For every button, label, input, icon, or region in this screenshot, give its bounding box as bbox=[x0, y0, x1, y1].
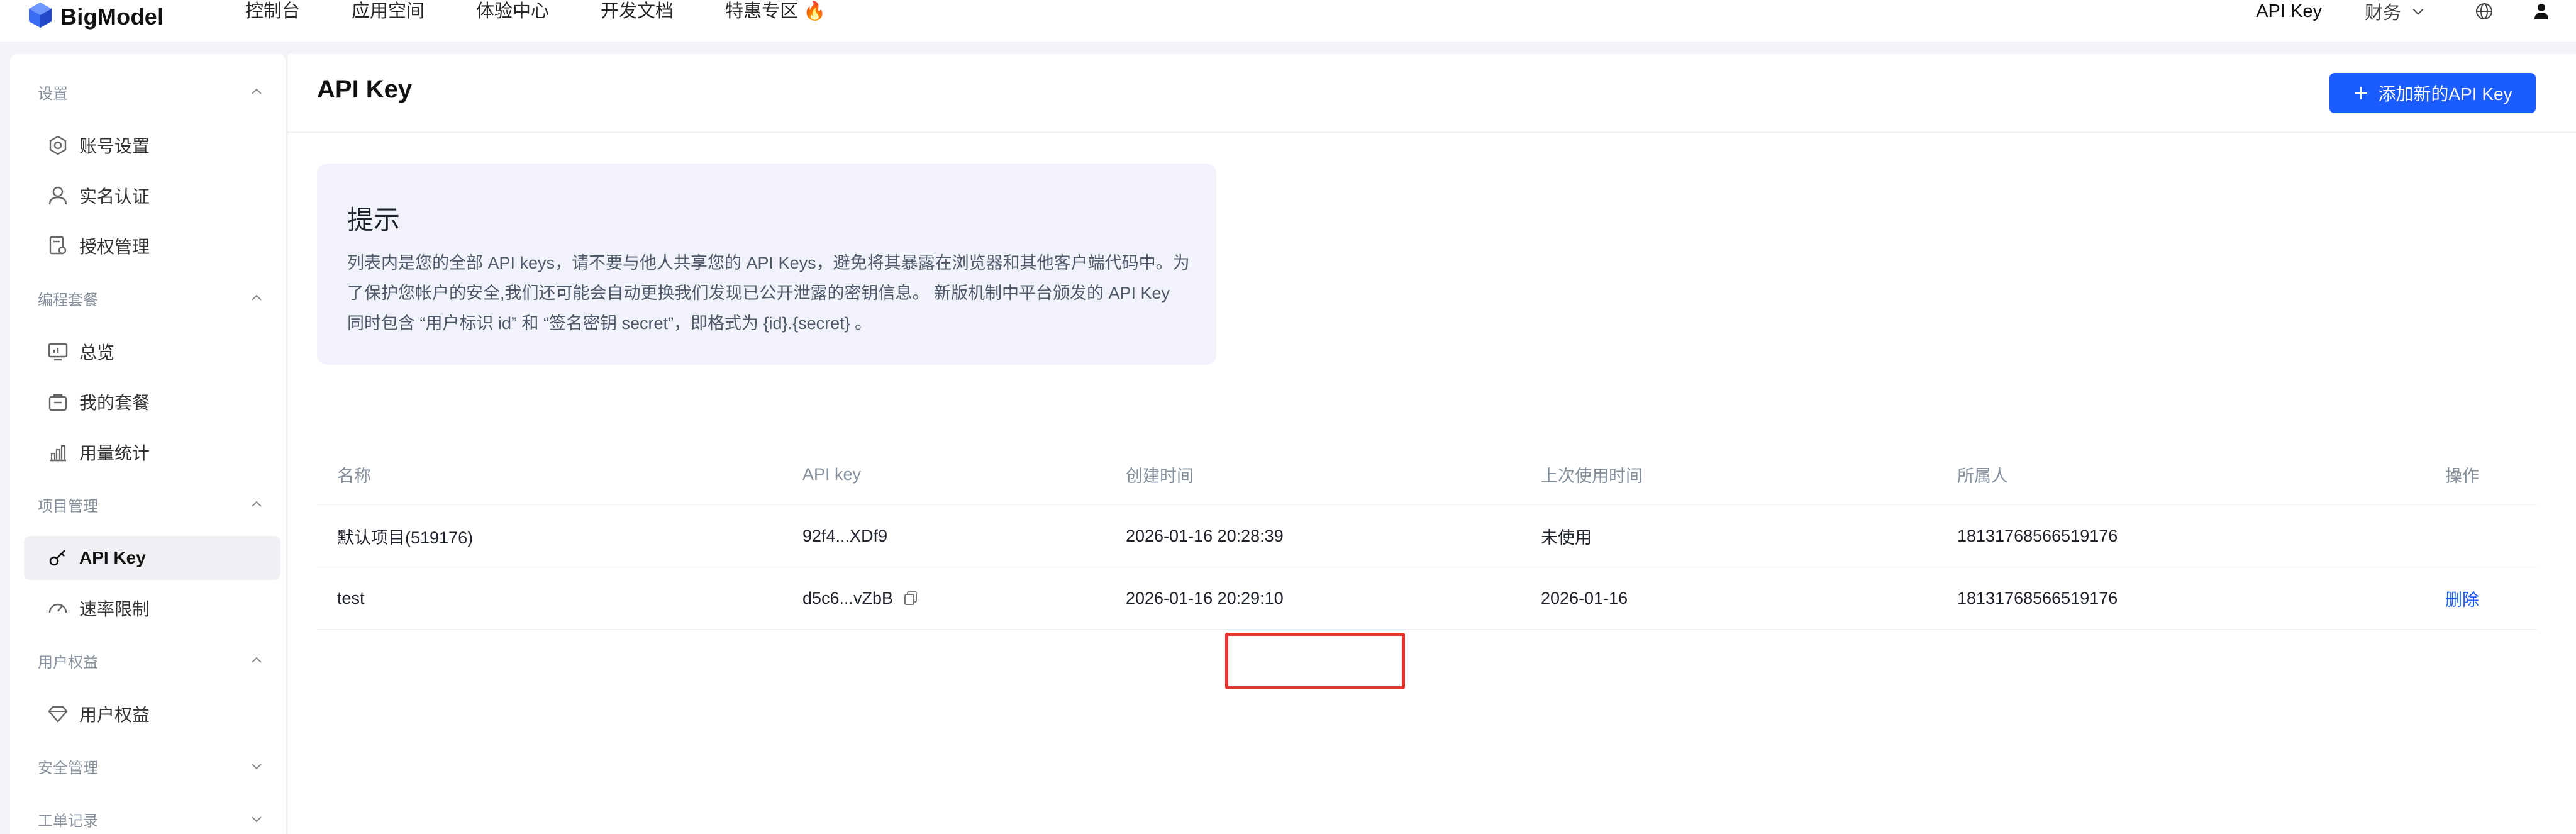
diamond-icon bbox=[47, 703, 69, 725]
main-panel: API Key 添加新的API Key 提示 列表内是您的全部 API keys… bbox=[288, 54, 2576, 834]
chevron-up-icon bbox=[252, 657, 262, 663]
plus-icon bbox=[2355, 87, 2368, 99]
sidebar-item-label: 用户权益 bbox=[79, 705, 150, 725]
section-project-label: 项目管理 bbox=[38, 498, 98, 515]
nav-console[interactable]: 控制台 bbox=[245, 0, 300, 23]
section-security-label: 安全管理 bbox=[38, 759, 98, 777]
column-header-owner: 所属人 bbox=[1957, 466, 2008, 486]
delete-link-label: 删除 bbox=[2445, 590, 2479, 609]
finance-dropdown[interactable]: 财务 bbox=[2365, 0, 2426, 25]
column-header-api-key: API key bbox=[802, 464, 862, 484]
dashboard-icon bbox=[47, 340, 69, 363]
finance-label: 财务 bbox=[2364, 3, 2401, 23]
user-avatar-icon[interactable] bbox=[2532, 2, 2551, 21]
sidebar-item-label: 速率限制 bbox=[79, 599, 150, 619]
nav-special-offers[interactable]: 特惠专区 🔥 bbox=[725, 0, 826, 23]
sidebar: 设置 账号设置 实名认证 授权管理 编程套餐 总览 我的套餐 用量统计 项目管理… bbox=[10, 54, 286, 834]
sidebar-item-label: 授权管理 bbox=[79, 237, 150, 257]
tip-title: 提示 bbox=[347, 205, 401, 235]
main-header: API Key 添加新的API Key bbox=[288, 54, 2576, 133]
logo-text: BigModel bbox=[60, 3, 164, 30]
sidebar-item-api-key[interactable]: API Key bbox=[24, 536, 280, 580]
bigmodel-logo-icon bbox=[26, 1, 54, 32]
add-api-key-label: 添加新的API Key bbox=[2378, 84, 2512, 104]
cell-name: 默认项目(519176) bbox=[337, 528, 474, 547]
page-title: API Key bbox=[317, 75, 413, 103]
cell-created: 2026-01-16 20:28:39 bbox=[1126, 526, 1284, 545]
column-header-created: 创建时间 bbox=[1126, 466, 1194, 486]
settings-gear-icon bbox=[47, 134, 69, 157]
top-right-area: API Key 财务 bbox=[2256, 0, 2551, 23]
language-globe-icon[interactable] bbox=[2474, 1, 2494, 21]
sidebar-item-label: 我的套餐 bbox=[79, 393, 150, 413]
person-icon bbox=[47, 184, 69, 207]
chevron-down-icon bbox=[252, 816, 262, 823]
sidebar-item-user-rights[interactable]: 用户权益 bbox=[24, 692, 280, 736]
sidebar-item-my-plans[interactable]: 我的套餐 bbox=[24, 380, 280, 424]
bar-chart-icon bbox=[47, 441, 69, 464]
tip-card: 提示 列表内是您的全部 API keys，请不要与他人共享您的 API Keys… bbox=[317, 164, 1216, 365]
section-security[interactable]: 安全管理 bbox=[38, 753, 264, 779]
tip-body: 列表内是您的全部 API keys，请不要与他人共享您的 API Keys，避免… bbox=[347, 253, 1190, 333]
sidebar-item-authorization[interactable]: 授权管理 bbox=[24, 224, 280, 268]
column-header-action: 操作 bbox=[2445, 466, 2479, 486]
cell-created: 2026-01-16 20:29:10 bbox=[1126, 588, 1284, 608]
cell-owner: 18131768566519176 bbox=[1957, 526, 2118, 545]
sidebar-item-real-name[interactable]: 实名认证 bbox=[24, 174, 280, 218]
sidebar-item-label: 实名认证 bbox=[79, 187, 150, 206]
sidebar-item-rate-limit[interactable]: 速率限制 bbox=[24, 586, 280, 630]
nav-app-space[interactable]: 应用空间 bbox=[352, 0, 425, 23]
document-key-icon bbox=[47, 235, 69, 257]
chevron-up-icon bbox=[252, 88, 262, 94]
sidebar-item-overview[interactable]: 总览 bbox=[24, 330, 280, 374]
section-coding-label: 编程套餐 bbox=[38, 291, 98, 309]
column-header-name: 名称 bbox=[337, 466, 371, 486]
nav-dev-docs[interactable]: 开发文档 bbox=[601, 0, 674, 23]
cell-api-key: 92f4...XDf9 bbox=[802, 526, 888, 545]
section-settings[interactable]: 设置 bbox=[38, 79, 264, 104]
package-icon bbox=[47, 391, 69, 413]
table-row: test d5c6...vZbB 2026-01-16 20:29:10 202… bbox=[317, 567, 2537, 630]
sidebar-item-label: 用量统计 bbox=[79, 443, 150, 463]
sidebar-item-label: 账号设置 bbox=[79, 136, 150, 156]
chevron-up-icon bbox=[252, 501, 262, 507]
table-row: 默认项目(519176) 92f4...XDf9 2026-01-16 20:2… bbox=[317, 505, 2537, 567]
cell-last-used: 2026-01-16 bbox=[1541, 588, 1628, 608]
api-key-table: 名称 API key 创建时间 上次使用时间 所属人 操作 默认项目(51917… bbox=[317, 444, 2537, 630]
section-user-rights[interactable]: 用户权益 bbox=[38, 648, 264, 673]
chevron-down-icon bbox=[2412, 8, 2424, 15]
cell-name: test bbox=[337, 588, 365, 608]
section-project-management[interactable]: 项目管理 bbox=[38, 492, 264, 517]
cell-api-key-with-copy: d5c6...vZbB bbox=[802, 567, 919, 629]
sidebar-item-label: 总览 bbox=[79, 343, 115, 362]
sidebar-item-label: API Key bbox=[79, 548, 146, 567]
section-coding-plan[interactable]: 编程套餐 bbox=[38, 286, 264, 311]
cell-owner: 18131768566519176 bbox=[1957, 588, 2118, 608]
add-api-key-button[interactable]: 添加新的API Key bbox=[2329, 73, 2536, 113]
copy-icon[interactable] bbox=[902, 589, 919, 607]
key-icon bbox=[47, 547, 69, 569]
cell-last-used: 未使用 bbox=[1541, 528, 1592, 547]
delete-link[interactable]: 删除 bbox=[2445, 567, 2479, 629]
logo[interactable]: BigModel bbox=[26, 1, 164, 32]
chevron-up-icon bbox=[252, 294, 262, 301]
column-header-last-used: 上次使用时间 bbox=[1541, 466, 1643, 486]
speedometer-icon bbox=[47, 597, 69, 620]
section-settings-label: 设置 bbox=[38, 85, 68, 103]
chevron-down-icon bbox=[252, 764, 262, 770]
top-apikey-link[interactable]: API Key bbox=[2256, 1, 2322, 22]
table-header: 名称 API key 创建时间 上次使用时间 所属人 操作 bbox=[317, 444, 2537, 505]
cell-api-key: d5c6...vZbB bbox=[802, 588, 894, 608]
section-tickets[interactable]: 工单记录 bbox=[38, 806, 264, 831]
nav-experience-center[interactable]: 体验中心 bbox=[476, 0, 549, 23]
section-tickets-label: 工单记录 bbox=[38, 812, 98, 830]
section-rights-label: 用户权益 bbox=[38, 653, 98, 671]
top-bar: BigModel 控制台 应用空间 体验中心 开发文档 特惠专区 🔥 API K… bbox=[0, 0, 2576, 42]
highlight-annotation-box bbox=[1225, 633, 1405, 689]
sidebar-item-usage-stats[interactable]: 用量统计 bbox=[24, 430, 280, 474]
top-nav: 控制台 应用空间 体验中心 开发文档 特惠专区 🔥 bbox=[245, 0, 877, 23]
sidebar-item-account-settings[interactable]: 账号设置 bbox=[24, 123, 280, 167]
